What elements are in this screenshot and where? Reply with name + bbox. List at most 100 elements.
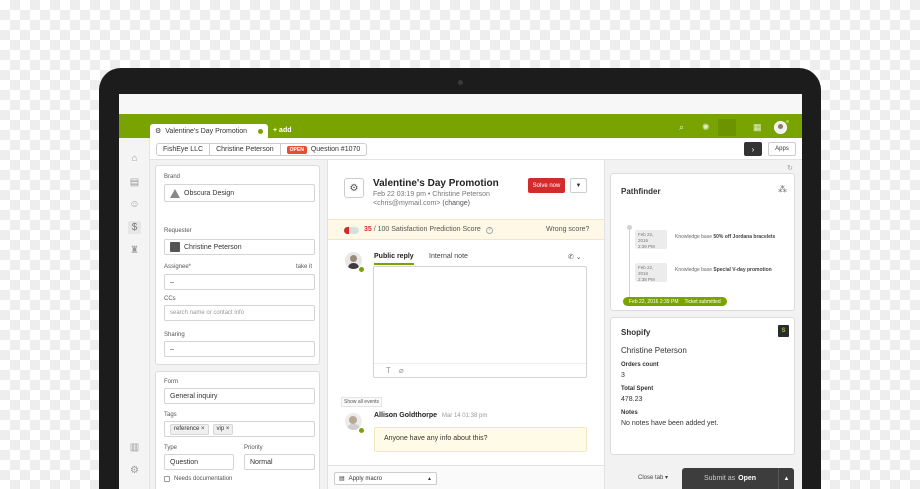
shopify-card: Shopify S Christine Peterson Orders coun… — [610, 317, 795, 455]
event-author-badge — [358, 427, 365, 434]
ticket-settings-button[interactable]: ⚙ — [344, 178, 364, 198]
app-screen: ⚙ Valentine's Day Promotion + add ⌕ ✺ ▦ … — [119, 94, 802, 489]
total-spent-value: 478.23 — [621, 396, 643, 403]
pathfinder-event-text[interactable]: Knowledge base Special V-day promotion — [675, 267, 772, 273]
reply-editor[interactable]: T ⌀ — [373, 266, 587, 378]
satisfaction-text: 35 / 100 Satisfaction Prediction Score ? — [364, 226, 493, 234]
assignee-label: Assignee* — [164, 264, 192, 270]
breadcrumb-bar: FishEye LLC Christine Peterson OPEN Ques… — [150, 138, 802, 160]
needs-documentation-checkbox[interactable] — [164, 476, 170, 482]
sharing-field[interactable]: – — [164, 341, 315, 357]
assignee-field[interactable]: – — [164, 274, 315, 290]
ticket-meta: Feb 22 03:19 pm • Christine Peterson — [373, 191, 490, 198]
status-sun-icon[interactable]: ✺ — [702, 122, 710, 133]
agent-badge — [358, 266, 365, 273]
plus-icon: + — [273, 127, 278, 134]
home-icon[interactable]: ⌂ — [128, 152, 141, 165]
submit-prefix: Submit as — [704, 475, 736, 482]
notes-value: No notes have been added yet. — [621, 420, 719, 427]
solve-options-button[interactable]: ▼ — [570, 178, 587, 193]
settings-icon[interactable]: ⚙ — [128, 464, 141, 477]
apply-macro-select[interactable]: ▤ Apply macro ▲ — [334, 472, 437, 485]
tag-label: reference — [174, 425, 200, 432]
satisfaction-label: / 100 Satisfaction Prediction Score — [373, 226, 481, 233]
close-tab-button[interactable]: Close tab ▾ — [638, 474, 668, 481]
assignee-value: – — [170, 278, 174, 286]
views-icon[interactable]: ▤ — [128, 176, 141, 189]
form-label: Form — [164, 379, 178, 385]
shopify-logo-icon: S — [778, 325, 789, 337]
tag-vip[interactable]: vip × — [212, 423, 234, 435]
requester-field[interactable]: Christine Peterson — [164, 239, 315, 255]
change-requester-link[interactable]: (change) — [442, 200, 470, 207]
breadcrumb-org[interactable]: FishEye LLC — [157, 144, 211, 155]
breadcrumb-requester[interactable]: Christine Peterson — [210, 144, 281, 155]
status-badge: OPEN — [286, 145, 307, 154]
brand-value: Obscura Design — [184, 189, 235, 197]
tab-status-dot — [258, 128, 263, 134]
satisfaction-meter — [344, 227, 359, 234]
next-ticket-button[interactable]: › — [744, 142, 762, 156]
pathfinder-title: Pathfinder — [621, 187, 661, 196]
tab-valentines[interactable]: ⚙ Valentine's Day Promotion — [150, 124, 268, 138]
text-format-icon[interactable]: T — [386, 366, 391, 375]
ccs-input[interactable]: search name or contact info — [164, 305, 315, 321]
wrong-score-link[interactable]: Wrong score? — [546, 226, 589, 233]
submit-button[interactable]: Submit as Open ▲ — [682, 468, 794, 489]
take-it-link[interactable]: take it — [296, 264, 312, 270]
type-label: Type — [164, 445, 178, 451]
event-header: Allison Goldthorpe Mar 14 01:38 pm — [374, 412, 487, 419]
submitted-label: Ticket submitted — [684, 298, 721, 305]
event-prefix: Knowledge base — [675, 234, 712, 240]
sharing-label: Sharing — [164, 332, 185, 338]
submitted-date: Feb 22, 2016 2:39 PM — [629, 298, 679, 305]
rocket-icon[interactable]: ♜ — [128, 244, 141, 257]
apps-button[interactable]: Apps — [768, 142, 796, 156]
ticket-email: <chris@mymail.com> — [373, 200, 441, 207]
solve-now-button[interactable]: Solve now — [528, 178, 565, 193]
pathfinder-event-text[interactable]: Knowledge base 50% off Jordana bracelets — [675, 234, 775, 240]
breadcrumb: FishEye LLC Christine Peterson OPEN Ques… — [156, 143, 368, 156]
needs-documentation-row[interactable]: Needs documentation — [164, 476, 232, 482]
grid-apps-icon[interactable]: ▦ — [753, 122, 762, 133]
priority-select[interactable]: Normal — [244, 454, 315, 470]
orders-count-value: 3 — [621, 372, 625, 379]
tag-reference[interactable]: reference × — [170, 423, 209, 435]
caret-down-icon: ▼ — [575, 182, 582, 189]
camera-dot — [458, 80, 463, 85]
tab-public-reply[interactable]: Public reply — [374, 253, 414, 265]
tab-internal-note[interactable]: Internal note — [429, 253, 468, 260]
phone-icon[interactable]: ✆ ⌄ — [568, 253, 582, 261]
add-tab-label: add — [279, 127, 292, 134]
notification-box[interactable] — [718, 119, 736, 136]
gear-icon: ⚙ — [349, 182, 359, 194]
refresh-icon[interactable]: ↻ — [787, 164, 793, 172]
customers-icon[interactable]: ☺ — [128, 198, 141, 211]
online-indicator — [785, 119, 790, 124]
event-prefix: Knowledge base — [675, 267, 712, 273]
event-date: Feb 22, 2016 2:38 PM — [635, 263, 667, 282]
caret-down-icon: ▾ — [665, 475, 669, 481]
form-select[interactable]: General inquiry — [164, 388, 315, 404]
search-icon[interactable]: ⌕ — [679, 122, 684, 133]
breadcrumb-ticket[interactable]: OPEN Question #1070 — [281, 144, 367, 155]
chart-icon[interactable]: ▥ — [128, 441, 141, 454]
ticket-date: Feb 22 03:19 pm — [373, 191, 426, 198]
tags-input[interactable]: reference × vip × — [164, 421, 315, 437]
brand-label: Brand — [164, 174, 181, 180]
submit-options-button[interactable]: ▲ — [778, 468, 794, 489]
form-value: General inquiry — [170, 392, 218, 400]
attachment-icon[interactable]: ⌀ — [399, 366, 404, 375]
type-select[interactable]: Question — [164, 454, 234, 470]
brand-select[interactable]: Obscura Design — [164, 184, 315, 202]
properties-card-top: Brand Obscura Design Requester Christine… — [155, 165, 320, 365]
event-title: Special V-day promotion — [713, 267, 772, 273]
apps-sidebar: ↻ Pathfinder ⁂ Feb 22, 2016 2:39 PM Know… — [605, 160, 802, 489]
show-all-events-button[interactable]: Show all events — [341, 397, 383, 407]
footsteps-icon: ⁂ — [778, 184, 787, 194]
reporting-icon[interactable]: $ — [128, 221, 141, 234]
help-icon[interactable]: ? — [485, 227, 493, 234]
add-tab-button[interactable]: + add — [273, 127, 292, 134]
breadcrumb-org-label: FishEye LLC — [163, 146, 204, 153]
ticket-properties: Brand Obscura Design Requester Christine… — [150, 160, 327, 489]
